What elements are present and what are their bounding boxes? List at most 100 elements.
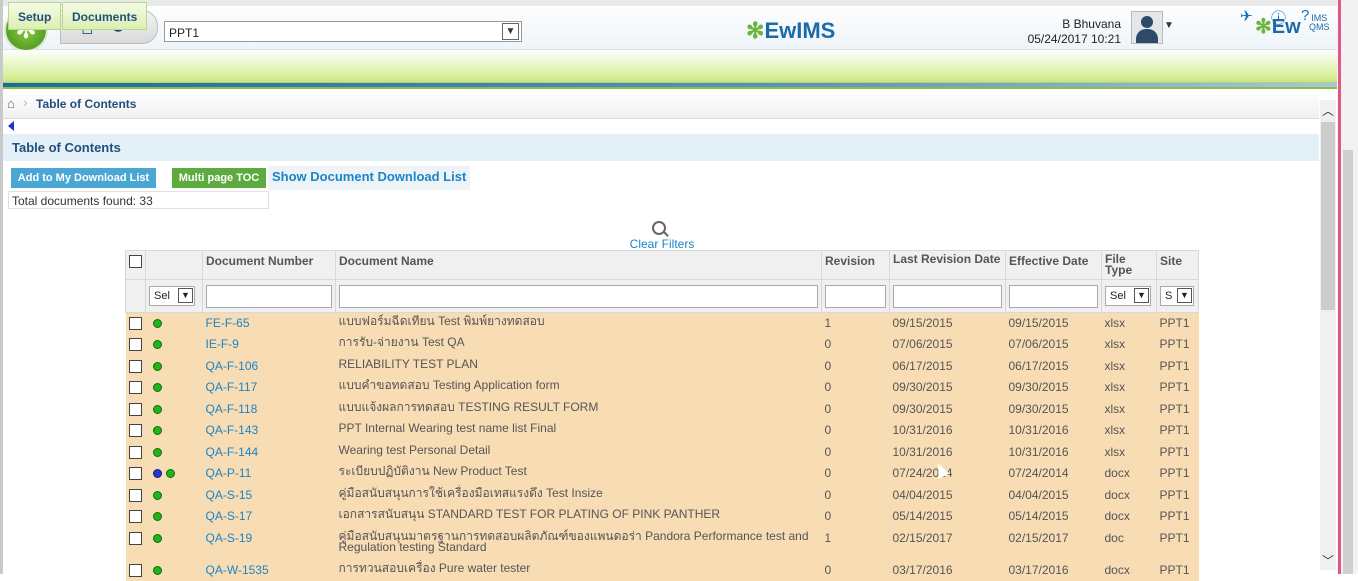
column-header[interactable]: Document Number (203, 251, 336, 280)
doc-name-filter[interactable] (339, 285, 818, 308)
row-checkbox[interactable] (129, 510, 142, 523)
row-checkbox[interactable] (129, 338, 142, 351)
column-header[interactable]: Document Name (336, 251, 822, 280)
avatar[interactable] (1131, 11, 1163, 44)
row-checkbox[interactable] (129, 424, 142, 437)
breadcrumb-home-icon[interactable]: ⌂ (7, 96, 15, 111)
effective-date-filter[interactable] (1009, 285, 1098, 308)
column-header[interactable]: Revision (822, 251, 890, 280)
table-row[interactable]: QA-F-144Wearing test Personal Detail010/… (126, 442, 1199, 464)
column-header[interactable]: Last Revision Date (890, 251, 1006, 280)
table-row[interactable]: QA-F-106RELIABILITY TEST PLAN006/17/2015… (126, 356, 1199, 378)
chevron-down-icon[interactable]: ▼ (502, 23, 519, 40)
doc-number-text[interactable]: QA-W-1535 (206, 563, 269, 577)
doc-number-text[interactable]: QA-S-15 (206, 488, 253, 502)
doc-number-text[interactable]: QA-F-143 (206, 423, 259, 437)
documents-table: Document Number Document Name Revision L… (125, 250, 1199, 581)
row-checkbox[interactable] (129, 446, 142, 459)
table-row[interactable]: FE-F-65แบบฟอร์มฉีดเทียน Test พิมพ์ยางทดส… (126, 313, 1199, 335)
site-select[interactable]: PPT1 ▼ (164, 21, 522, 42)
doc-site-text: PPT1 (1160, 445, 1190, 459)
row-checkbox[interactable] (129, 381, 142, 394)
status-filter-select[interactable]: Sel▼ (149, 286, 195, 306)
show-download-list-link[interactable]: Show Document Download List (268, 166, 470, 190)
doc-last-revision-date-text: 03/17/2016 (893, 563, 953, 577)
table-row[interactable]: QA-F-117แบบคำขอทดสอบ Testing Application… (126, 377, 1199, 399)
doc-last-revision-date-text: 09/15/2015 (893, 316, 953, 330)
row-select-cell (126, 485, 146, 507)
table-row[interactable]: QA-F-118แบบแจ้งผลการทดสอบ TESTING RESULT… (126, 399, 1199, 421)
doc-number-text[interactable]: QA-F-144 (206, 445, 259, 459)
filter-cell: S▼ (1157, 280, 1199, 313)
status-cell (146, 377, 203, 399)
table-row[interactable]: QA-S-15คู่มือสนับสนุนการใช้เครื่องมือเทส… (126, 485, 1199, 507)
column-header[interactable]: File Type (1102, 251, 1157, 280)
row-checkbox[interactable] (129, 564, 142, 577)
doc-revision: 0 (822, 560, 890, 581)
doc-number-filter[interactable] (206, 285, 332, 308)
page-scrollbar[interactable]: ︿ ﹀ (1320, 100, 1336, 570)
table-row[interactable]: QA-P-11ระเบียบปฏิบัติงาน New Product Tes… (126, 463, 1199, 485)
doc-site: PPT1 (1157, 420, 1199, 442)
caret-down-icon[interactable]: ▼ (1164, 20, 1174, 31)
doc-number-text[interactable]: QA-F-118 (206, 402, 258, 416)
doc-number-text[interactable]: QA-P-11 (206, 466, 252, 480)
search-icon[interactable] (652, 221, 666, 235)
row-checkbox[interactable] (129, 489, 142, 502)
table-row[interactable]: IE-F-9การรับ-จ่ายงาน Test QA007/06/20150… (126, 334, 1199, 356)
menu-bar (3, 50, 1337, 83)
doc-file-type: xlsx (1102, 334, 1157, 356)
status-dot-icon (153, 534, 162, 543)
doc-effective-date: 09/30/2015 (1006, 399, 1102, 421)
doc-number-text[interactable]: FE-F-65 (206, 316, 250, 330)
doc-site: PPT1 (1157, 506, 1199, 528)
row-checkbox[interactable] (129, 532, 142, 545)
doc-last-revision-date-text: 09/30/2015 (893, 380, 953, 394)
doc-number-text[interactable]: QA-S-17 (206, 509, 253, 523)
row-checkbox[interactable] (129, 317, 142, 330)
chevron-down-icon[interactable]: ▼ (1177, 288, 1192, 303)
table-row[interactable]: QA-W-1535การทวนสอบเครื่อง Pure water tes… (126, 560, 1199, 581)
filter-cell (890, 280, 1006, 313)
help-icon[interactable]: ? (1301, 7, 1309, 24)
row-checkbox[interactable] (129, 403, 142, 416)
breadcrumb-current[interactable]: Table of Contents (36, 97, 136, 111)
doc-number-text[interactable]: QA-F-106 (206, 359, 259, 373)
column-header[interactable]: Effective Date (1006, 251, 1102, 280)
doc-last-revision-date-text: 07/06/2015 (893, 337, 953, 351)
table-row[interactable]: QA-S-19คู่มือสนับสนุนมาตรฐานการทดสอบผลิต… (126, 528, 1199, 560)
multi-page-toc-button[interactable]: Multi page TOC (172, 168, 266, 188)
last-revision-filter[interactable] (893, 285, 1002, 308)
clear-filters-link[interactable]: Clear Filters (620, 237, 704, 251)
chevron-down-icon[interactable]: ▼ (1134, 288, 1149, 303)
doc-last-revision-date-text: 02/15/2017 (893, 531, 953, 545)
menu-setup[interactable]: Setup (8, 2, 61, 30)
doc-number-text[interactable]: QA-F-117 (206, 380, 258, 394)
scroll-down-icon[interactable]: ﹀ (1322, 552, 1334, 569)
doc-site: PPT1 (1157, 399, 1199, 421)
doc-last-revision-date: 09/30/2015 (890, 399, 1006, 421)
add-to-download-list-button[interactable]: Add to My Download List (11, 168, 156, 188)
chevron-down-icon[interactable]: ▼ (178, 288, 193, 303)
table-row[interactable]: QA-S-17เอกสารสนับสนุน STANDARD TEST FOR … (126, 506, 1199, 528)
doc-number-text[interactable]: QA-S-19 (206, 531, 253, 545)
column-header[interactable]: Site (1157, 251, 1199, 280)
filter-cell: Sel▼ (1102, 280, 1157, 313)
table-row[interactable]: QA-F-143PPT Internal Wearing test name l… (126, 420, 1199, 442)
revision-filter[interactable] (825, 285, 886, 308)
row-checkbox[interactable] (129, 360, 142, 373)
info-icon[interactable]: ⓘ (1271, 7, 1286, 28)
doc-last-revision-date-text: 09/30/2015 (893, 402, 953, 416)
menu-documents[interactable]: Documents (62, 2, 147, 30)
select-all-checkbox[interactable] (129, 255, 142, 268)
site-filter-select[interactable]: S▼ (1160, 286, 1194, 306)
doc-last-revision-date-text: 04/04/2015 (893, 488, 953, 502)
doc-revision: 0 (822, 334, 890, 356)
collapse-left-icon[interactable] (8, 121, 14, 131)
scroll-up-icon[interactable]: ︿ (1322, 102, 1334, 119)
pin-icon[interactable]: ✈ (1240, 7, 1253, 25)
row-checkbox[interactable] (129, 467, 142, 480)
file-type-filter-select[interactable]: Sel▼ (1105, 286, 1151, 306)
scrollbar-thumb[interactable] (1321, 122, 1335, 310)
doc-number-text[interactable]: IE-F-9 (206, 337, 239, 351)
